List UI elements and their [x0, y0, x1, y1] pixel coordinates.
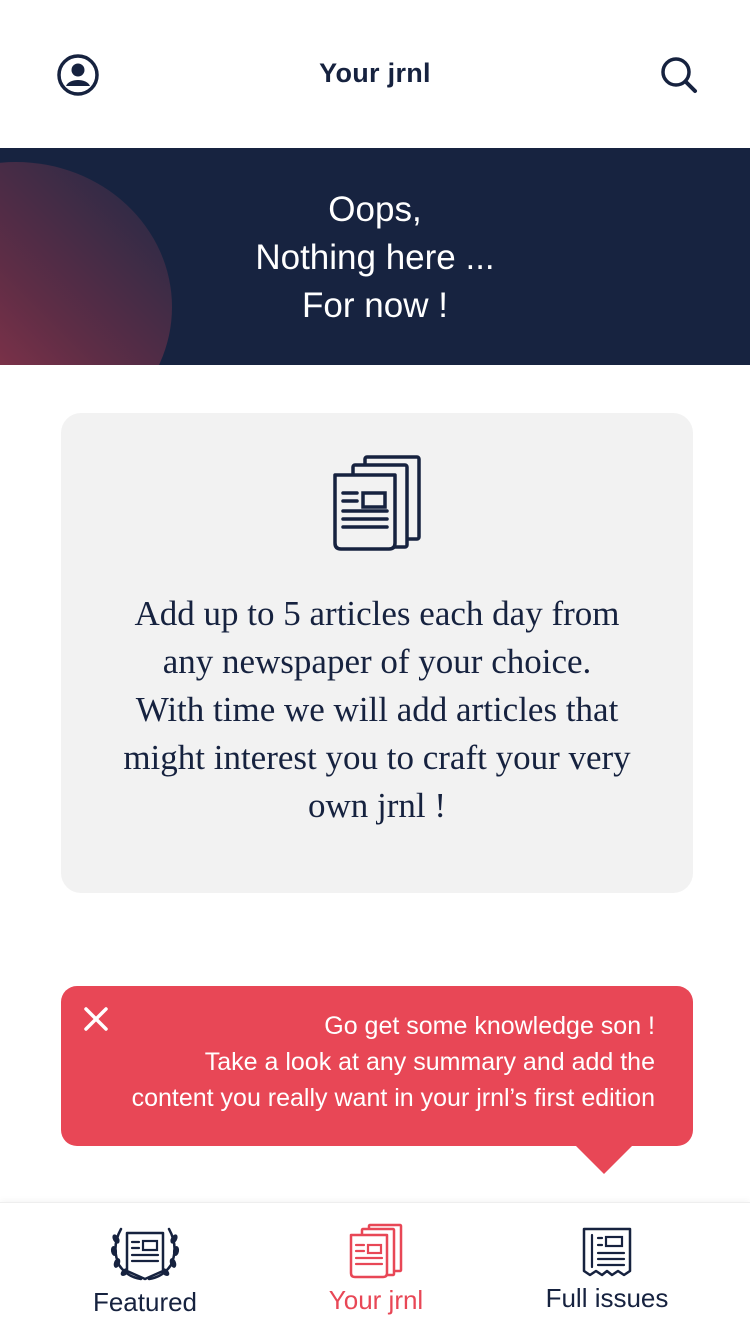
newspaper-icon: [582, 1227, 632, 1277]
bottom-tab-bar: Featured Your jrnl Full issues: [0, 1202, 750, 1334]
tab-label: Full issues: [545, 1283, 669, 1313]
info-line: Add up to 5 articles each day from: [134, 594, 620, 633]
tip-tooltip: Go get some knowledge son ! Take a look …: [61, 986, 693, 1146]
page-title: Your jrnl: [319, 58, 431, 88]
app-header: Your jrnl: [0, 0, 750, 148]
info-line: any newspaper of your choice.: [162, 642, 592, 681]
tab-your-jrnl[interactable]: Your jrnl: [251, 1203, 501, 1334]
banner-message: Oops, Nothing here ... For now !: [0, 186, 750, 330]
banner-line: Nothing here ...: [255, 238, 495, 277]
tab-full-issues[interactable]: Full issues: [482, 1203, 732, 1334]
empty-state-banner: Oops, Nothing here ... For now !: [0, 148, 750, 365]
tip-text: Go get some knowledge son ! Take a look …: [75, 1008, 655, 1116]
info-line: might interest you to craft your very: [123, 738, 631, 777]
newspaper-stack-icon: [349, 1223, 403, 1279]
info-line: own jrnl !: [307, 786, 447, 825]
tip-line: Take a look at any summary and add the: [204, 1048, 655, 1076]
banner-line: For now !: [302, 286, 448, 325]
tip-line: Go get some knowledge son !: [324, 1012, 655, 1040]
laurel-newspaper-icon: [110, 1227, 180, 1281]
tab-label: Your jrnl: [328, 1285, 424, 1315]
banner-line: Oops,: [328, 190, 422, 229]
search-icon[interactable]: [658, 54, 700, 96]
tab-featured[interactable]: Featured: [20, 1203, 270, 1334]
newspaper-stack-icon: [333, 455, 421, 551]
info-line: With time we will add articles that: [135, 690, 619, 729]
tip-line: content you really want in your jrnl’s f…: [131, 1084, 655, 1112]
info-message: Add up to 5 articles each day from any n…: [61, 590, 693, 830]
tooltip-pointer: [574, 1144, 634, 1174]
tab-label: Featured: [92, 1287, 198, 1317]
